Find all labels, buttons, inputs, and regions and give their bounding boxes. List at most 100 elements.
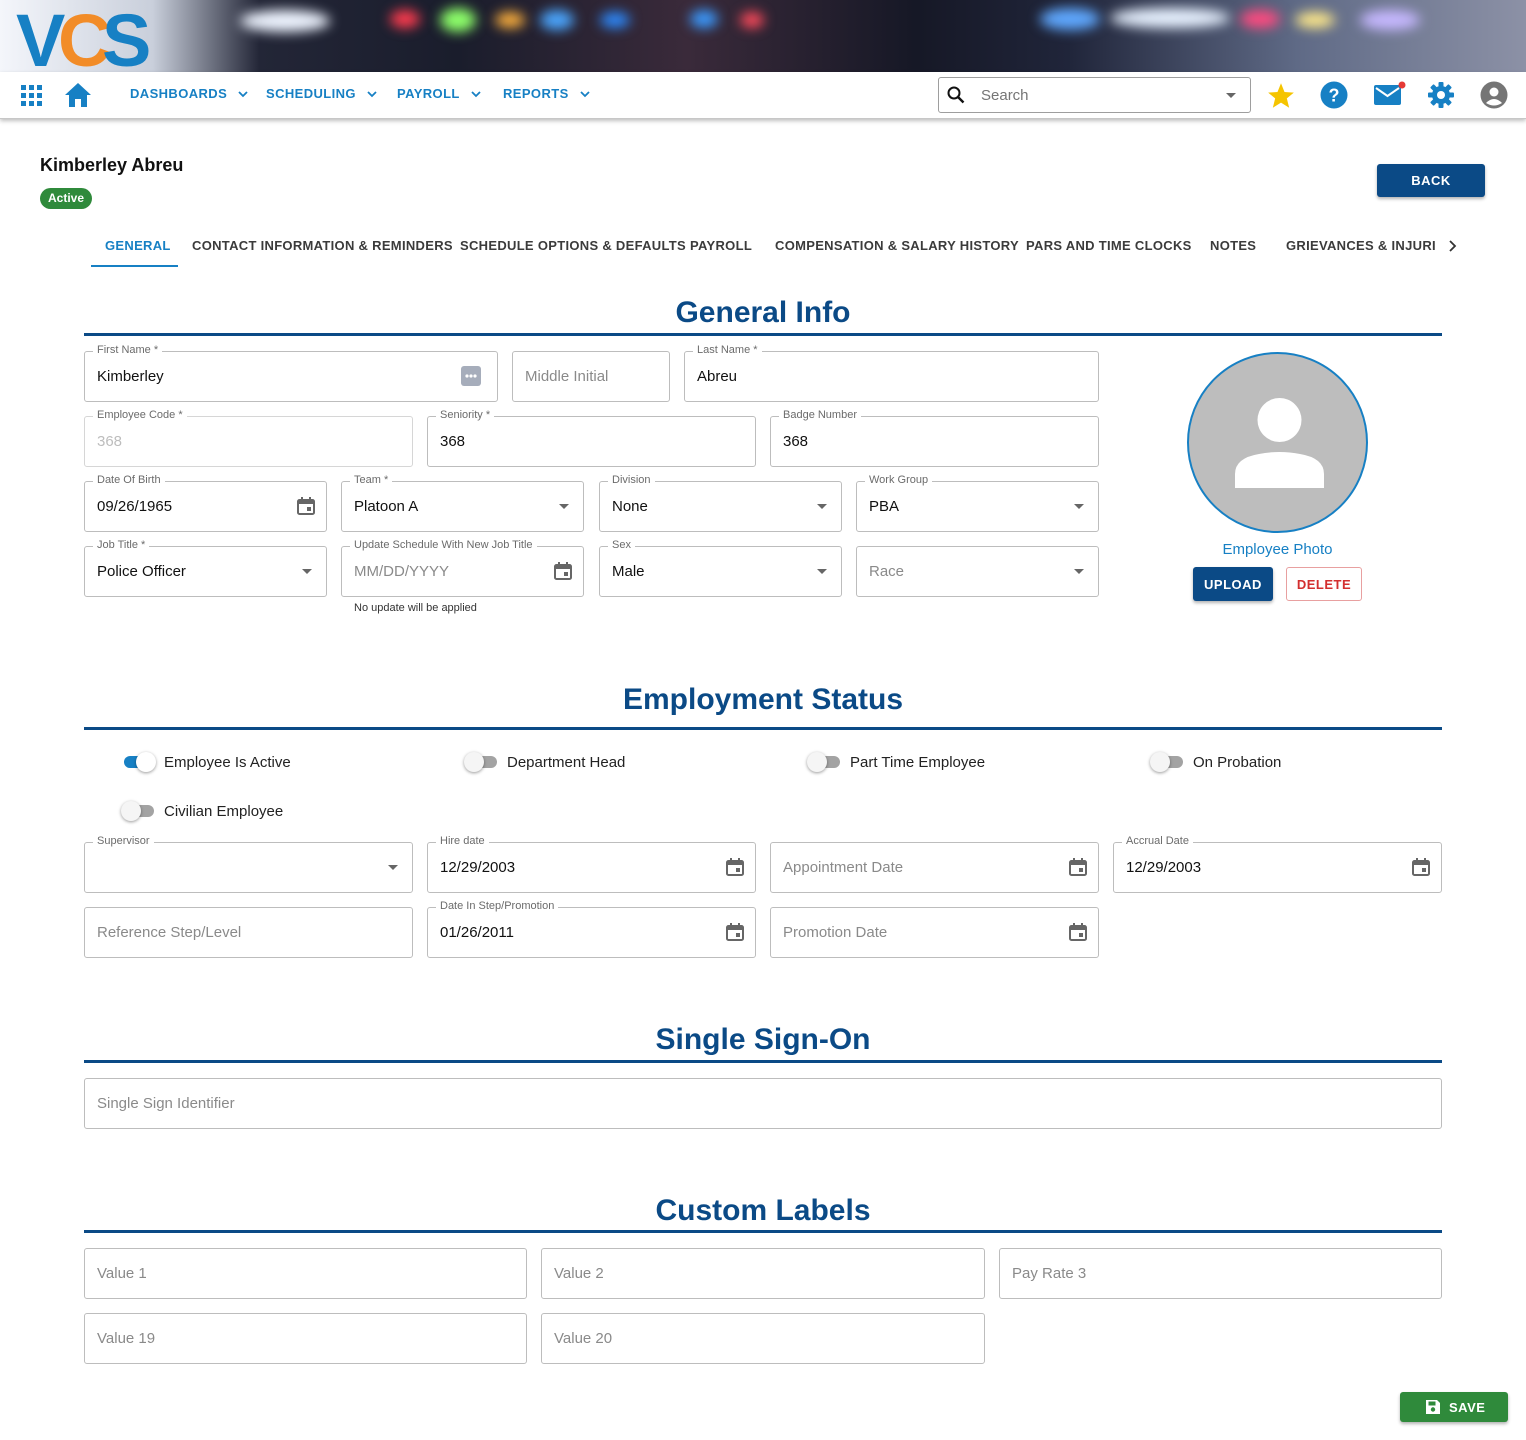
employee-photo [1187, 352, 1368, 533]
nav-menu-label: DASHBOARDS [130, 86, 228, 101]
badge-number-field[interactable]: Badge Number 368 [770, 409, 1099, 467]
section-title-employment-status: Employment Status [622, 683, 904, 716]
calendar-icon[interactable] [725, 857, 745, 877]
settings-gear-icon[interactable] [1427, 81, 1455, 109]
calendar-icon[interactable] [725, 922, 745, 942]
upload-photo-button[interactable]: UPLOAD [1193, 567, 1273, 601]
field-label: Division [608, 474, 655, 486]
date-in-step-field[interactable]: Date In Step/Promotion 01/26/2011 [427, 900, 756, 958]
nav-menu-reports[interactable]: REPORTS [503, 86, 591, 101]
home-icon[interactable] [64, 82, 92, 108]
job-title-select[interactable]: Job Title * Police Officer [84, 539, 327, 597]
calendar-icon[interactable] [1411, 857, 1431, 877]
dropdown-caret-icon [302, 569, 312, 574]
nav-menu-payroll[interactable]: PAYROLL [397, 86, 482, 101]
custom-value-20-field[interactable]: Value 20 [541, 1313, 985, 1364]
middle-initial-field[interactable]: Middle Initial [512, 351, 670, 402]
person-placeholder-icon [1235, 398, 1324, 488]
help-icon[interactable]: ? [1320, 81, 1348, 109]
promotion-date-field[interactable]: Promotion Date [770, 907, 1099, 958]
notification-dot [1398, 81, 1406, 89]
part-time-toggle[interactable] [807, 752, 841, 772]
date-of-birth-field[interactable]: Date Of Birth 09/26/1965 [84, 474, 327, 532]
password-manager-icon[interactable] [461, 366, 481, 386]
field-label: Date Of Birth [93, 474, 165, 486]
account-icon[interactable] [1480, 81, 1508, 109]
nav-menu-dashboards[interactable]: DASHBOARDS [130, 86, 249, 101]
accrual-date-field[interactable]: Accrual Date 12/29/2003 [1113, 835, 1442, 893]
section-title-general-info: General Info [675, 296, 851, 329]
tab-notes[interactable]: NOTES [1210, 238, 1256, 253]
custom-value-1-field[interactable]: Value 1 [84, 1248, 527, 1299]
top-nav-bar: DASHBOARDS SCHEDULING PAYROLL REPORTS ? [0, 72, 1526, 119]
tab-grievances[interactable]: GRIEVANCES & INJURIES [1286, 238, 1436, 253]
mail-icon[interactable] [1374, 80, 1408, 106]
tab-compensation[interactable]: COMPENSATION & SALARY HISTORY [775, 238, 1019, 253]
seniority-field[interactable]: Seniority * 368 [427, 409, 756, 467]
field-value: Kimberley [97, 368, 164, 385]
tabs-scroll-right-icon[interactable] [1446, 239, 1458, 253]
banner-light [540, 10, 574, 30]
tab-contact-information[interactable]: CONTACT INFORMATION & REMINDERS [192, 238, 453, 253]
field-label: Accrual Date [1122, 835, 1193, 847]
field-value: 368 [440, 433, 466, 450]
calendar-icon[interactable] [1068, 857, 1088, 877]
search-dropdown-caret[interactable] [1226, 93, 1236, 98]
delete-photo-button[interactable]: DELETE [1286, 567, 1362, 601]
appointment-date-field[interactable]: Appointment Date [770, 842, 1099, 893]
banner-light [390, 10, 420, 28]
toggle-thumb [121, 801, 141, 821]
race-select[interactable]: Race [856, 546, 1099, 597]
tab-schedule-options[interactable]: SCHEDULE OPTIONS & DEFAULTS [460, 238, 686, 253]
field-placeholder: Value 2 [554, 1265, 604, 1282]
civilian-employee-toggle[interactable] [121, 801, 155, 821]
save-button[interactable]: SAVE [1400, 1392, 1508, 1422]
supervisor-select[interactable]: Supervisor [84, 835, 413, 893]
department-head-toggle[interactable] [464, 752, 498, 772]
field-placeholder: Value 19 [97, 1330, 156, 1347]
field-value: 09/26/1965 [97, 498, 173, 515]
field-value: Male [612, 563, 645, 580]
tab-payroll[interactable]: PAYROLL [690, 238, 752, 253]
search-input[interactable] [981, 85, 1211, 105]
tab-pars-time-clocks[interactable]: PARS AND TIME CLOCKS [1026, 238, 1192, 253]
banner-light [1360, 10, 1420, 30]
sex-select[interactable]: Sex Male [599, 539, 842, 597]
field-label: Sex [608, 539, 635, 551]
field-placeholder: Appointment Date [783, 859, 904, 876]
field-placeholder: Value 1 [97, 1265, 147, 1282]
hire-date-field[interactable]: Hire date 12/29/2003 [427, 835, 756, 893]
division-select[interactable]: Division None [599, 474, 842, 532]
last-name-field[interactable]: Last Name * Abreu [684, 344, 1099, 402]
reference-step-field[interactable]: Reference Step/Level [84, 907, 413, 958]
tab-general[interactable]: GENERAL [105, 238, 171, 253]
field-value: Platoon A [354, 498, 419, 515]
svg-text:S: S [102, 2, 151, 70]
custom-value-2-field[interactable]: Value 2 [541, 1248, 985, 1299]
work-group-select[interactable]: Work Group PBA [856, 474, 1099, 532]
apps-grid-icon[interactable] [21, 85, 43, 107]
toggle-thumb [1150, 752, 1170, 772]
custom-value-19-field[interactable]: Value 19 [84, 1313, 527, 1364]
banner-light [240, 10, 330, 32]
star-icon[interactable] [1267, 82, 1295, 109]
update-schedule-date-field[interactable]: Update Schedule With New Job Title MM/DD… [341, 539, 584, 597]
calendar-icon[interactable] [1068, 922, 1088, 942]
field-label: Seniority * [436, 409, 495, 421]
toggle-thumb [136, 752, 156, 772]
field-placeholder: Pay Rate 3 [1012, 1265, 1087, 1282]
custom-pay-rate-3-field[interactable]: Pay Rate 3 [999, 1248, 1442, 1299]
first-name-field[interactable]: First Name * Kimberley [84, 344, 498, 402]
calendar-icon[interactable] [296, 496, 316, 516]
field-value: 368 [97, 433, 123, 450]
save-icon [1426, 1400, 1440, 1414]
nav-menu-label: PAYROLL [397, 86, 460, 101]
team-select[interactable]: Team * Platoon A [341, 474, 584, 532]
employee-active-toggle[interactable] [121, 752, 156, 772]
on-probation-toggle[interactable] [1150, 752, 1184, 772]
calendar-icon[interactable] [553, 561, 573, 581]
field-label: Hire date [436, 835, 489, 847]
back-button[interactable]: BACK [1377, 164, 1485, 197]
nav-menu-scheduling[interactable]: SCHEDULING [266, 86, 378, 101]
single-sign-identifier-field[interactable]: Single Sign Identifier [84, 1078, 1442, 1129]
